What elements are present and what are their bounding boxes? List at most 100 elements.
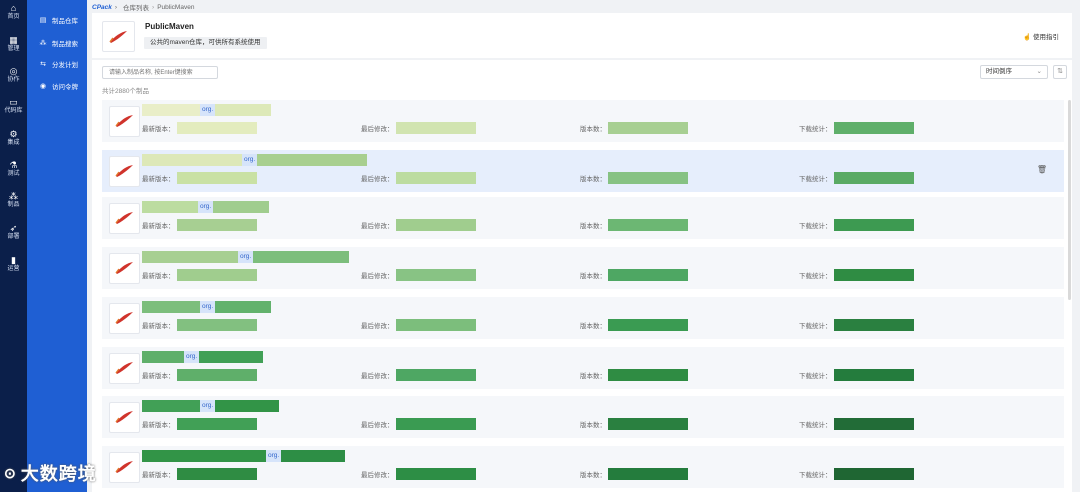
field-version-count: 版本数： <box>580 122 688 134</box>
redacted-value <box>176 418 257 430</box>
subnav-item-3[interactable]: ◉ 访问令牌 <box>39 80 78 92</box>
nav-item-label: 测试 <box>7 171 20 177</box>
nav-item-0[interactable]: ⌂ 首页 <box>0 4 27 21</box>
redacted-value <box>176 369 257 381</box>
redacted-group <box>142 251 238 263</box>
nav-item-2[interactable]: ◎ 协作 <box>0 67 27 84</box>
artifact-row[interactable]: org. 最新版本： 最后修改： 版本数： 下载统计： <box>102 297 1064 339</box>
field-label: 最后修改： <box>361 373 394 380</box>
org-tag: org. <box>266 450 282 462</box>
artifact-row[interactable]: org. 最新版本： 最后修改： 版本数： 下载统计： <box>102 100 1064 142</box>
ops-icon: ▮ <box>11 255 16 265</box>
repo-title: PublicMaven <box>145 22 194 31</box>
redacted-value <box>608 122 688 134</box>
org-tag: org. <box>238 251 254 263</box>
nav-item-label: 协作 <box>7 77 20 83</box>
field-label: 最后修改： <box>361 176 394 183</box>
nav-item-1[interactable]: ▦ 管理 <box>0 36 27 53</box>
artifact-name[interactable]: org. <box>142 251 350 263</box>
org-tag: org. <box>242 154 258 166</box>
nav-item-label: 管理 <box>7 46 20 52</box>
sort-select[interactable]: 时间倒序 ⌄ <box>980 65 1048 79</box>
field-download-stats: 下载统计： <box>799 418 914 430</box>
field-label: 下载统计： <box>799 126 832 133</box>
field-latest-version: 最新版本： <box>142 468 257 480</box>
field-download-stats: 下载统计： <box>799 122 914 134</box>
artifact-row[interactable]: org. 最新版本： 最后修改： 版本数： 下载统计： <box>102 347 1064 389</box>
redacted-group <box>142 301 200 313</box>
breadcrumb-repo-list[interactable]: 仓库列表 <box>123 2 149 12</box>
artifact-list-panel: 时间倒序 ⌄ ⇅ 共计2880个制品 org. 最新版本： 最后修改： 版本数： 下载统… <box>92 60 1072 492</box>
redacted-value <box>176 468 257 480</box>
subnav-item-1[interactable]: ⁂ 制品搜索 <box>39 37 79 49</box>
field-download-stats: 下载统计： <box>799 219 914 231</box>
nav-item-6[interactable]: ⁂ 制品 <box>0 192 27 209</box>
subnav-item-label: 分发计划 <box>52 62 78 69</box>
redacted-artifact <box>215 400 280 412</box>
redacted-artifact <box>257 154 368 166</box>
trash-icon[interactable]: 🗑 <box>1037 165 1047 174</box>
redacted-artifact <box>199 351 264 363</box>
collab-icon: ◎ <box>9 66 18 76</box>
sort-order-button[interactable]: ⇅ <box>1053 65 1067 79</box>
field-version-count: 版本数： <box>580 468 688 480</box>
org-tag: org. <box>200 301 216 313</box>
maven-feather-icon <box>109 253 140 284</box>
main-area: CPack › 仓库列表 › PublicMaven PublicMaven 公… <box>88 0 1080 492</box>
artifact-name[interactable]: org. <box>142 201 270 213</box>
artifact-row[interactable]: org. 最新版本： 最后修改： 版本数： 下载统计： <box>102 446 1064 488</box>
artifact-row[interactable]: org. 最新版本： 最后修改： 版本数： 下载统计： <box>102 247 1064 289</box>
artifact-name[interactable]: org. <box>142 301 272 313</box>
primary-nav: ⌂ 首页 ▦ 管理 ◎ 协作 ▭ 代码库 ⚙ 集成 ⚗ 测试 ⁂ 制品 ➶ 部署 ▮ 运营 <box>0 0 27 492</box>
nav-item-5[interactable]: ⚗ 测试 <box>0 161 27 178</box>
artifact-name[interactable]: org. <box>142 154 368 166</box>
nav-item-label: 首页 <box>7 14 20 20</box>
nav-item-3[interactable]: ▭ 代码库 <box>0 98 27 115</box>
subnav-item-0[interactable]: ▤ 制品仓库 <box>39 14 78 26</box>
nav-item-8[interactable]: ▮ 运营 <box>0 256 27 273</box>
field-label: 版本数： <box>580 223 606 230</box>
redacted-group <box>142 400 200 412</box>
field-last-modified: 最后修改： <box>361 172 476 184</box>
field-download-stats: 下载统计： <box>799 468 914 480</box>
maven-feather-icon <box>109 303 140 334</box>
artifact-name[interactable]: org. <box>142 400 280 412</box>
artifact-row[interactable]: org. 最新版本： 最后修改： 版本数： 下载统计： <box>102 197 1064 239</box>
redacted-group <box>142 104 200 116</box>
field-label: 版本数： <box>580 373 606 380</box>
maven-feather-icon <box>109 452 140 483</box>
field-label: 下载统计： <box>799 273 832 280</box>
artifact-row[interactable]: org. 最新版本： 最后修改： 版本数： 下载统计： <box>102 396 1064 438</box>
redacted-value <box>395 319 476 331</box>
field-last-modified: 最后修改： <box>361 468 476 480</box>
redacted-value <box>833 219 914 231</box>
field-last-modified: 最后修改： <box>361 219 476 231</box>
redacted-value <box>176 219 257 231</box>
cpack-logo[interactable]: CPack <box>92 4 112 11</box>
nav-item-label: 部署 <box>7 234 20 240</box>
manage-icon: ▦ <box>9 35 18 45</box>
search-input[interactable] <box>102 66 218 79</box>
org-tag: org. <box>200 104 216 116</box>
field-last-modified: 最后修改： <box>361 122 476 134</box>
field-latest-version: 最新版本： <box>142 122 257 134</box>
org-tag: org. <box>198 201 214 213</box>
nav-item-4[interactable]: ⚙ 集成 <box>0 130 27 147</box>
artifact-name[interactable]: org. <box>142 450 346 462</box>
field-label: 最新版本： <box>142 422 175 429</box>
redacted-group <box>142 154 242 166</box>
artifact-icon: ⁂ <box>9 191 18 201</box>
artifact-name[interactable]: org. <box>142 104 272 116</box>
artifact-name[interactable]: org. <box>142 351 264 363</box>
nav-item-7[interactable]: ➶ 部署 <box>0 224 27 241</box>
sort-order-icon: ⇅ <box>1057 68 1063 75</box>
subnav-item-2[interactable]: ⇆ 分发计划 <box>39 58 78 70</box>
artifact-row[interactable]: org. 最新版本： 最后修改： 版本数： 下载统计： 🗑 <box>102 150 1064 192</box>
usage-guide-link[interactable]: ☝ 使用指引 <box>1023 31 1059 41</box>
field-latest-version: 最新版本： <box>142 319 257 331</box>
field-download-stats: 下载统计： <box>799 269 914 281</box>
field-label: 下载统计： <box>799 223 832 230</box>
field-label: 版本数： <box>580 422 606 429</box>
field-version-count: 版本数： <box>580 269 688 281</box>
scrollbar[interactable] <box>1068 100 1071 300</box>
